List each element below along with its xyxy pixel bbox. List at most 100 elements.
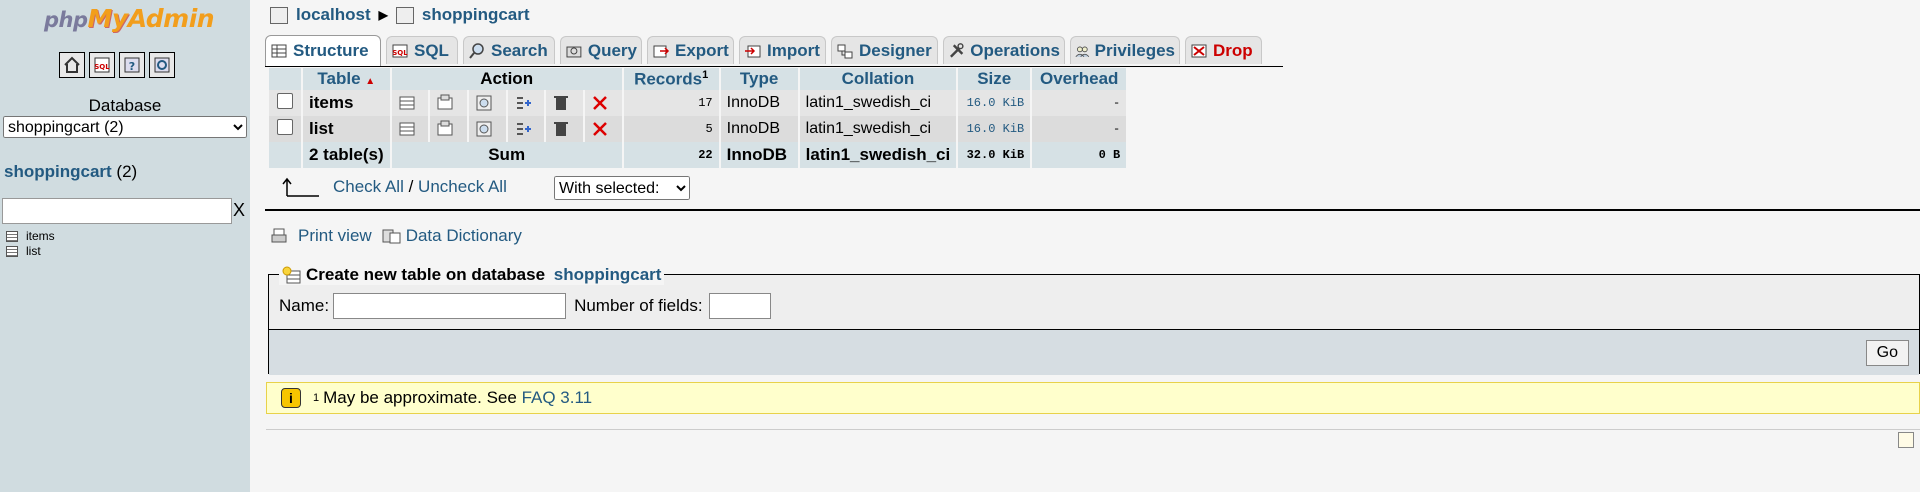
table-filter-input[interactable] — [2, 198, 232, 224]
tab-label: Operations — [970, 40, 1060, 60]
search-icon[interactable] — [475, 120, 493, 138]
check-separator: / — [403, 177, 419, 196]
logo-admin: Admin — [127, 4, 215, 33]
table-column-header[interactable]: Table ▲ — [303, 68, 390, 90]
records-header[interactable]: Records1 — [623, 68, 719, 90]
nav-icon-bar: SQL ? — [59, 52, 175, 78]
logo-my: My — [87, 4, 129, 33]
privileges-icon — [1075, 46, 1090, 57]
tab-drop[interactable]: Drop — [1185, 36, 1262, 64]
help-icon[interactable]: ? — [119, 52, 145, 78]
action-cell — [546, 90, 583, 116]
summary-table-count: 2 table(s) — [303, 142, 390, 168]
name-label: Name: — [279, 296, 330, 315]
go-button[interactable]: Go — [1865, 340, 1909, 366]
browse-icon[interactable] — [398, 120, 416, 138]
breadcrumb-server[interactable]: localhost — [296, 5, 371, 25]
empty-icon[interactable] — [552, 120, 570, 138]
home-icon[interactable] — [59, 52, 85, 78]
tab-import[interactable]: Import — [739, 36, 826, 64]
designer-icon — [837, 44, 853, 58]
docs-icon[interactable] — [149, 52, 175, 78]
checkbox-header — [269, 68, 301, 90]
breadcrumb-separator-icon: ▶ — [378, 8, 388, 22]
browse-icon[interactable] — [398, 94, 416, 112]
page-bottom-icon[interactable] — [1898, 432, 1914, 448]
faq-link[interactable]: FAQ 3.11 — [522, 388, 593, 408]
size-header[interactable]: Size — [958, 68, 1031, 90]
svg-text:?: ? — [129, 60, 135, 73]
sql-query-icon[interactable]: SQL — [89, 52, 115, 78]
insert-icon[interactable] — [514, 120, 532, 138]
drop-icon[interactable] — [591, 120, 609, 138]
table-name-input[interactable] — [333, 293, 567, 319]
filter-clear-button[interactable]: X — [233, 200, 245, 221]
drop-icon[interactable] — [591, 94, 609, 112]
action-cell — [546, 116, 583, 142]
tab-search[interactable]: Search — [463, 36, 555, 64]
structure-icon[interactable] — [436, 94, 454, 112]
row-checkbox[interactable] — [277, 92, 293, 109]
with-selected-select[interactable]: With selected: — [554, 176, 690, 200]
tab-label: SQL — [414, 40, 449, 60]
empty-icon[interactable] — [552, 94, 570, 112]
overhead-value: - — [1032, 90, 1127, 116]
collation-value: latin1_swedish_ci — [799, 116, 957, 142]
overhead-header[interactable]: Overhead — [1032, 68, 1127, 90]
action-cell — [391, 116, 429, 142]
data-dictionary-icon — [382, 229, 401, 244]
summary-size: 32.0 KiB — [958, 142, 1031, 168]
uncheck-all-link[interactable]: Uncheck All — [418, 177, 507, 197]
summary-overhead: 0 B — [1032, 142, 1127, 168]
phpmyadmin-logo[interactable]: phpMyAdmin — [44, 4, 215, 33]
tab-export[interactable]: Export — [647, 36, 734, 64]
collation-value: latin1_swedish_ci — [799, 90, 957, 116]
check-all-link[interactable]: Check All — [333, 177, 404, 197]
row-checkbox[interactable] — [277, 118, 293, 135]
action-cell — [430, 116, 467, 142]
tables-list: Table ▲ Action Records1 Type Collation S… — [267, 68, 1128, 168]
nav-table-label: items — [26, 229, 55, 243]
search-icon[interactable] — [475, 94, 493, 112]
type-value: InnoDB — [720, 90, 798, 116]
structure-icon[interactable] — [436, 120, 454, 138]
current-database-link[interactable]: shoppingcart — [4, 162, 112, 181]
svg-text:SQL: SQL — [392, 49, 408, 57]
nav-table-item[interactable]: items — [6, 229, 55, 243]
breadcrumb-database[interactable]: shoppingcart — [422, 5, 530, 25]
insert-icon[interactable] — [514, 94, 532, 112]
database-select[interactable]: shoppingcart (2) — [3, 116, 247, 138]
tab-label: Designer — [859, 40, 932, 60]
tab-operations[interactable]: Operations — [943, 36, 1065, 64]
size-value[interactable]: 16.0 KiB — [958, 116, 1031, 142]
tab-label: Drop — [1213, 40, 1253, 60]
data-dictionary-link[interactable]: Data Dictionary — [406, 226, 522, 246]
summary-label: Sum — [391, 142, 622, 168]
table-icon — [6, 230, 18, 242]
action-cell — [391, 90, 429, 116]
action-cell — [507, 116, 545, 142]
row-checkbox-cell — [269, 116, 301, 142]
approximation-notice: i 1 May be approximate. See FAQ 3.11 — [266, 382, 1920, 414]
svg-text:SQL: SQL — [94, 63, 110, 71]
table-name[interactable]: items — [303, 90, 390, 116]
header-label: Table — [317, 69, 361, 88]
summary-row: 2 table(s) Sum 22 InnoDB latin1_swedish_… — [269, 142, 1127, 168]
create-legend-db[interactable]: shoppingcart — [554, 265, 662, 285]
tab-label: Import — [767, 40, 820, 60]
tab-query[interactable]: Query — [560, 36, 642, 64]
size-value[interactable]: 16.0 KiB — [958, 90, 1031, 116]
tab-designer[interactable]: Designer — [831, 36, 938, 64]
divider — [265, 209, 1920, 211]
arrow-left-up-icon — [282, 177, 319, 197]
tab-structure[interactable]: Structure — [265, 35, 381, 66]
collation-header[interactable]: Collation — [799, 68, 957, 90]
tab-privileges[interactable]: Privileges — [1070, 36, 1180, 64]
print-view-link[interactable]: Print view — [298, 226, 372, 246]
type-header[interactable]: Type — [720, 68, 798, 90]
number-of-fields-input[interactable] — [708, 293, 771, 319]
database-icon — [395, 6, 414, 24]
table-name[interactable]: list — [303, 116, 390, 142]
tab-sql[interactable]: SQL SQL — [386, 36, 458, 64]
nav-table-item[interactable]: list — [6, 244, 41, 258]
